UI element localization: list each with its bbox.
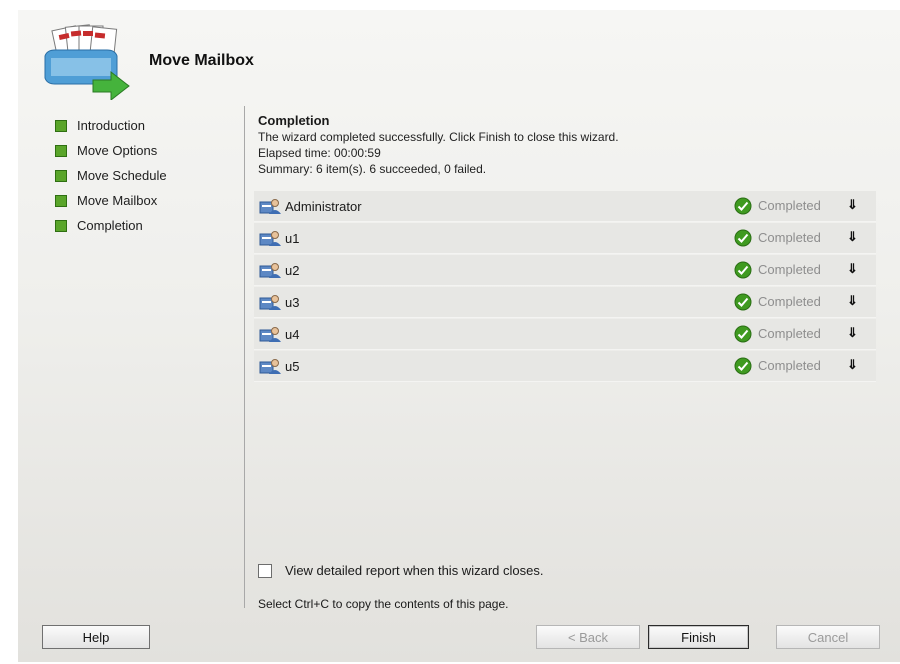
- step-label: Move Mailbox: [77, 193, 158, 208]
- expand-chevron-icon[interactable]: ⇓: [847, 197, 858, 213]
- summary-text: Summary: 6 item(s). 6 succeeded, 0 faile…: [258, 162, 487, 176]
- status-text: Completed: [758, 326, 821, 341]
- step-introduction: Introduction: [55, 113, 167, 138]
- mailbox-user-icon: [259, 199, 281, 214]
- step-label: Move Schedule: [77, 168, 167, 183]
- status-text: Completed: [758, 262, 821, 277]
- step-move-options: Move Options: [55, 138, 167, 163]
- user-name: u5: [285, 358, 300, 374]
- result-row: u3 Completed ⇓: [254, 287, 876, 318]
- expand-chevron-icon[interactable]: ⇓: [847, 325, 858, 341]
- status-completed-icon: [734, 357, 752, 375]
- view-report-checkbox[interactable]: [258, 563, 272, 578]
- expand-chevron-icon[interactable]: ⇓: [847, 261, 858, 277]
- result-row: u2 Completed ⇓: [254, 255, 876, 286]
- step-label: Introduction: [77, 118, 145, 133]
- step-complete-icon: [55, 119, 67, 132]
- cancel-button[interactable]: Cancel: [776, 625, 880, 649]
- status-completed-icon: [734, 229, 752, 247]
- status-completed-icon: [734, 197, 752, 215]
- wizard-title: Move Mailbox: [149, 52, 254, 69]
- completion-panel: Completion The wizard completed successf…: [258, 113, 878, 177]
- help-button[interactable]: Help: [42, 625, 150, 649]
- finish-button[interactable]: Finish: [648, 625, 749, 649]
- copy-hint-text: Select Ctrl+C to copy the contents of th…: [258, 597, 509, 611]
- step-complete-icon: [55, 169, 67, 182]
- expand-chevron-icon[interactable]: ⇓: [847, 357, 858, 373]
- view-report-option[interactable]: View detailed report when this wizard cl…: [258, 563, 543, 578]
- mailbox-user-icon: [259, 327, 281, 342]
- wizard-steps: Introduction Move Options Move Schedule …: [55, 113, 167, 238]
- user-name: u2: [285, 262, 300, 278]
- status-text: Completed: [758, 198, 821, 213]
- status-text: Completed: [758, 294, 821, 309]
- expand-chevron-icon[interactable]: ⇓: [847, 293, 858, 309]
- mailbox-user-icon: [259, 359, 281, 374]
- user-name: u1: [285, 230, 300, 246]
- steps-divider: [244, 106, 245, 608]
- user-name: u3: [285, 294, 300, 310]
- mailbox-user-icon: [259, 263, 281, 278]
- step-complete-icon: [55, 194, 67, 207]
- status-completed-icon: [734, 261, 752, 279]
- step-move-mailbox: Move Mailbox: [55, 188, 167, 213]
- status-text: Completed: [758, 230, 821, 245]
- step-complete-icon: [55, 144, 67, 157]
- status-text: Completed: [758, 358, 821, 373]
- user-name: Administrator: [285, 198, 362, 214]
- step-label: Move Options: [77, 143, 158, 158]
- result-row: u5 Completed ⇓: [254, 351, 876, 382]
- expand-chevron-icon[interactable]: ⇓: [847, 229, 858, 245]
- result-row: u1 Completed ⇓: [254, 223, 876, 254]
- user-name: u4: [285, 326, 300, 342]
- status-completed-icon: [734, 325, 752, 343]
- results-list: Administrator Completed ⇓ u1 Completed ⇓: [254, 191, 876, 383]
- move-mailbox-icon: [44, 24, 130, 100]
- mailbox-user-icon: [259, 231, 281, 246]
- elapsed-time: Elapsed time: 00:00:59: [258, 146, 381, 160]
- back-button[interactable]: < Back: [536, 625, 640, 649]
- step-label: Completion: [77, 218, 143, 233]
- step-completion: Completion: [55, 213, 167, 238]
- view-report-label[interactable]: View detailed report when this wizard cl…: [285, 563, 543, 578]
- result-row: u4 Completed ⇓: [254, 319, 876, 350]
- step-complete-icon: [55, 219, 67, 232]
- mailbox-user-icon: [259, 295, 281, 310]
- result-row: Administrator Completed ⇓: [254, 191, 876, 222]
- status-completed-icon: [734, 293, 752, 311]
- completion-message: The wizard completed successfully. Click…: [258, 130, 619, 144]
- section-title: Completion: [258, 113, 330, 128]
- step-move-schedule: Move Schedule: [55, 163, 167, 188]
